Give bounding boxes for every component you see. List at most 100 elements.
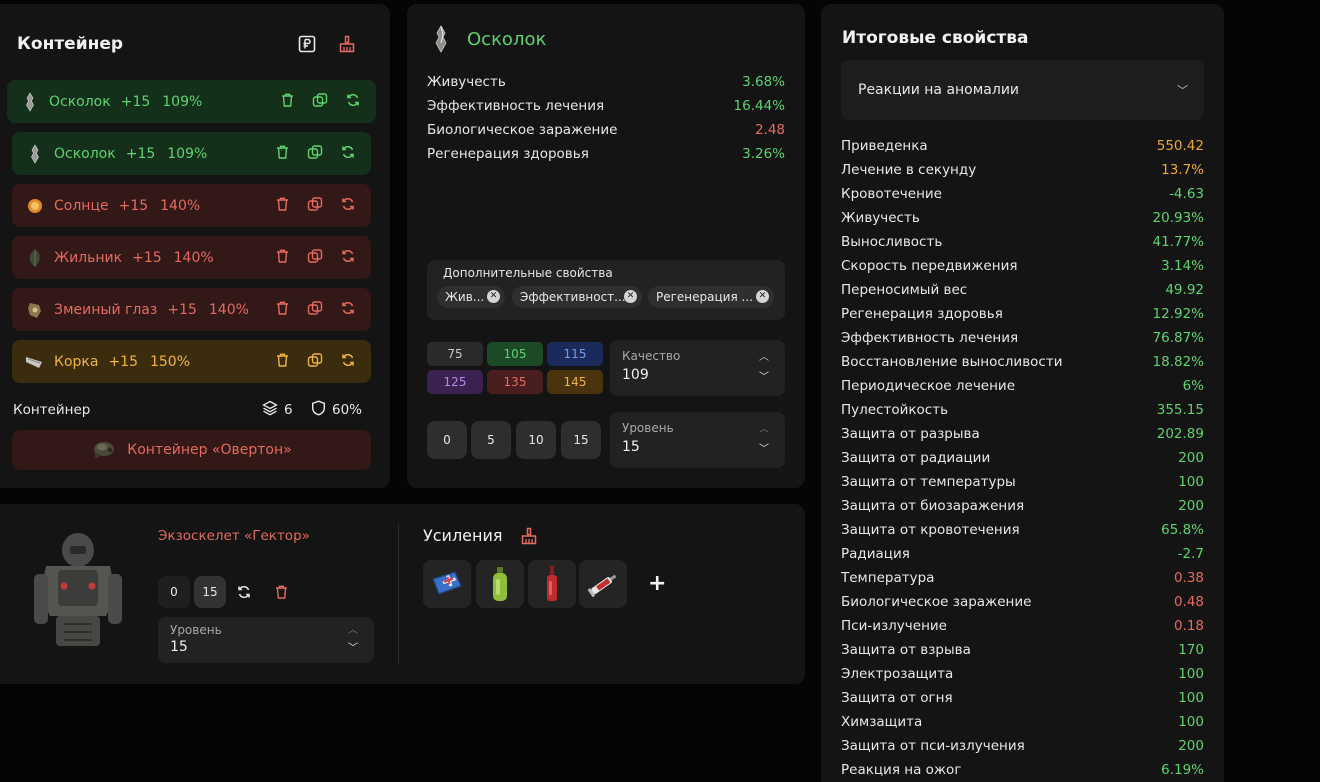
remove-chip-icon[interactable]: ✕	[624, 290, 637, 303]
copy-icon[interactable]	[307, 248, 323, 267]
artifact-row[interactable]: Осколок +15 109%	[12, 132, 371, 175]
level-preset-button[interactable]: 5	[471, 421, 511, 459]
artifact-stat-row: Регенерация здоровья 3.26%	[427, 142, 785, 166]
summary-stat-row: Восстановление выносливости 18.82%	[841, 350, 1204, 374]
container-select-button[interactable]: Контейнер «Овертон»	[12, 430, 371, 470]
extra-chip[interactable]: Эффективност... ✕	[512, 286, 642, 308]
summary-stat-row: Электрозащита 100	[841, 662, 1204, 686]
level-preset-button[interactable]: 15	[561, 421, 601, 459]
refresh-icon[interactable]	[237, 584, 251, 603]
artifact-row[interactable]: Солнце +15 140%	[12, 184, 371, 227]
summary-stat-row: Защита от биозаражения 200	[841, 494, 1204, 518]
exoskeleton-image	[28, 528, 128, 660]
extra-properties-title: Дополнительные свойства	[443, 266, 613, 280]
copy-icon[interactable]	[307, 352, 323, 371]
armor-level-max-button[interactable]: 15	[194, 576, 226, 608]
armor-level-min-button[interactable]: 0	[158, 576, 190, 608]
broom-icon[interactable]	[520, 527, 538, 549]
summary-stat-label: Реакция на ожог	[841, 762, 962, 778]
crust-artifact-icon	[24, 351, 46, 373]
summary-stat-label: Химзащита	[841, 714, 923, 730]
refresh-icon[interactable]	[341, 197, 355, 215]
summary-stat-row: Защита от радиации 200	[841, 446, 1204, 470]
artifact-row-level: +15	[125, 145, 156, 162]
refresh-icon[interactable]	[341, 249, 355, 267]
chevron-down-icon[interactable]: ﹀	[348, 639, 358, 654]
summary-stat-label: Температура	[841, 570, 935, 586]
summary-stat-label: Электрозащита	[841, 666, 954, 682]
container-name: Контейнер «Овертон»	[127, 442, 292, 458]
trash-icon[interactable]	[275, 584, 288, 603]
summary-stat-row: Защита от кровотечения 65.8%	[841, 518, 1204, 542]
refresh-icon[interactable]	[346, 93, 360, 111]
trash-icon[interactable]	[276, 145, 289, 163]
extra-chip[interactable]: Жив... ✕	[437, 286, 505, 308]
red-bottle-icon[interactable]	[528, 560, 576, 608]
quality-value: 109	[622, 367, 649, 383]
quality-preset-button[interactable]: 75	[427, 342, 483, 366]
summary-stat-label: Регенерация здоровья	[841, 306, 1003, 322]
medkit-icon[interactable]	[423, 560, 471, 608]
summary-stat-value: 202.89	[1156, 426, 1204, 442]
summary-stat-value: 3.14%	[1161, 258, 1204, 274]
summary-stat-label: Защита от огня	[841, 690, 953, 706]
refresh-icon[interactable]	[341, 301, 355, 319]
level-preset-button[interactable]: 10	[516, 421, 556, 459]
copy-icon[interactable]	[307, 196, 323, 215]
syringe-icon[interactable]	[579, 560, 627, 608]
chevron-up-icon[interactable]: ︿	[759, 348, 769, 363]
category-dropdown-value: Реакции на аномалии	[858, 82, 1020, 98]
summary-stat-row: Живучесть 20.93%	[841, 206, 1204, 230]
trash-icon[interactable]	[276, 301, 289, 319]
chevron-up-icon[interactable]: ︿	[759, 420, 769, 435]
summary-stat-row: Кровотечение -4.63	[841, 182, 1204, 206]
chevron-up-icon[interactable]: ︿	[348, 621, 358, 636]
trash-icon[interactable]	[276, 353, 289, 371]
summary-stat-row: Температура 0.38	[841, 566, 1204, 590]
quality-preset-button[interactable]: 125	[427, 370, 483, 394]
trash-icon[interactable]	[276, 197, 289, 215]
artifact-row[interactable]: Корка +15 150%	[12, 340, 371, 383]
extra-chip[interactable]: Регенерация ... ✕	[648, 286, 774, 308]
artifact-row-actions	[276, 340, 355, 383]
trash-icon[interactable]	[281, 93, 294, 111]
artifact-stat-value: 3.68%	[742, 74, 785, 90]
summary-stat-label: Пулестойкость	[841, 402, 949, 418]
trash-icon[interactable]	[276, 249, 289, 267]
artifact-stat-label: Живучесть	[427, 74, 506, 90]
snake-eye-artifact-icon	[24, 299, 46, 321]
artifact-stat-label: Эффективность лечения	[427, 98, 605, 114]
artifact-row[interactable]: Осколок +15 109%	[7, 80, 376, 123]
copy-icon[interactable]	[312, 92, 328, 111]
refresh-icon[interactable]	[341, 353, 355, 371]
summary-stat-label: Защита от кровотечения	[841, 522, 1020, 538]
remove-chip-icon[interactable]: ✕	[756, 290, 769, 303]
broom-icon[interactable]	[336, 33, 358, 55]
level-stepper[interactable]: Уровень 15 ︿ ﹀	[610, 412, 785, 468]
quality-preset-button[interactable]: 105	[487, 342, 543, 366]
quality-stepper[interactable]: Качество 109 ︿ ﹀	[610, 340, 785, 396]
artifact-row[interactable]: Жильник +15 140%	[12, 236, 371, 279]
level-preset-button[interactable]: 0	[427, 421, 467, 459]
remove-chip-icon[interactable]: ✕	[487, 290, 500, 303]
armor-level-value: 15	[170, 639, 188, 655]
green-bottle-icon[interactable]	[476, 560, 524, 608]
chevron-down-icon[interactable]: ﹀	[759, 368, 769, 383]
summary-stat-row: Пулестойкость 355.15	[841, 398, 1204, 422]
layers-icon	[262, 400, 278, 420]
armor-level-stepper[interactable]: Уровень 15 ︿ ﹀	[158, 617, 374, 663]
quality-preset-button[interactable]: 115	[547, 342, 603, 366]
copy-icon[interactable]	[307, 144, 323, 163]
add-boost-button[interactable]: +	[648, 571, 666, 596]
boosts-title: Усиления	[423, 526, 503, 545]
copy-icon[interactable]	[307, 300, 323, 319]
artifact-row-quality: 109%	[162, 93, 203, 110]
quality-preset-button[interactable]: 145	[547, 370, 603, 394]
artifact-row[interactable]: Змеиный глаз +15 140%	[12, 288, 371, 331]
chevron-down-icon[interactable]: ﹀	[759, 440, 769, 455]
artifact-row-level: +15	[120, 93, 151, 110]
category-dropdown[interactable]: Реакции на аномалии ﹀	[841, 60, 1204, 120]
ruble-icon[interactable]	[296, 33, 318, 55]
refresh-icon[interactable]	[341, 145, 355, 163]
quality-preset-button[interactable]: 135	[487, 370, 543, 394]
